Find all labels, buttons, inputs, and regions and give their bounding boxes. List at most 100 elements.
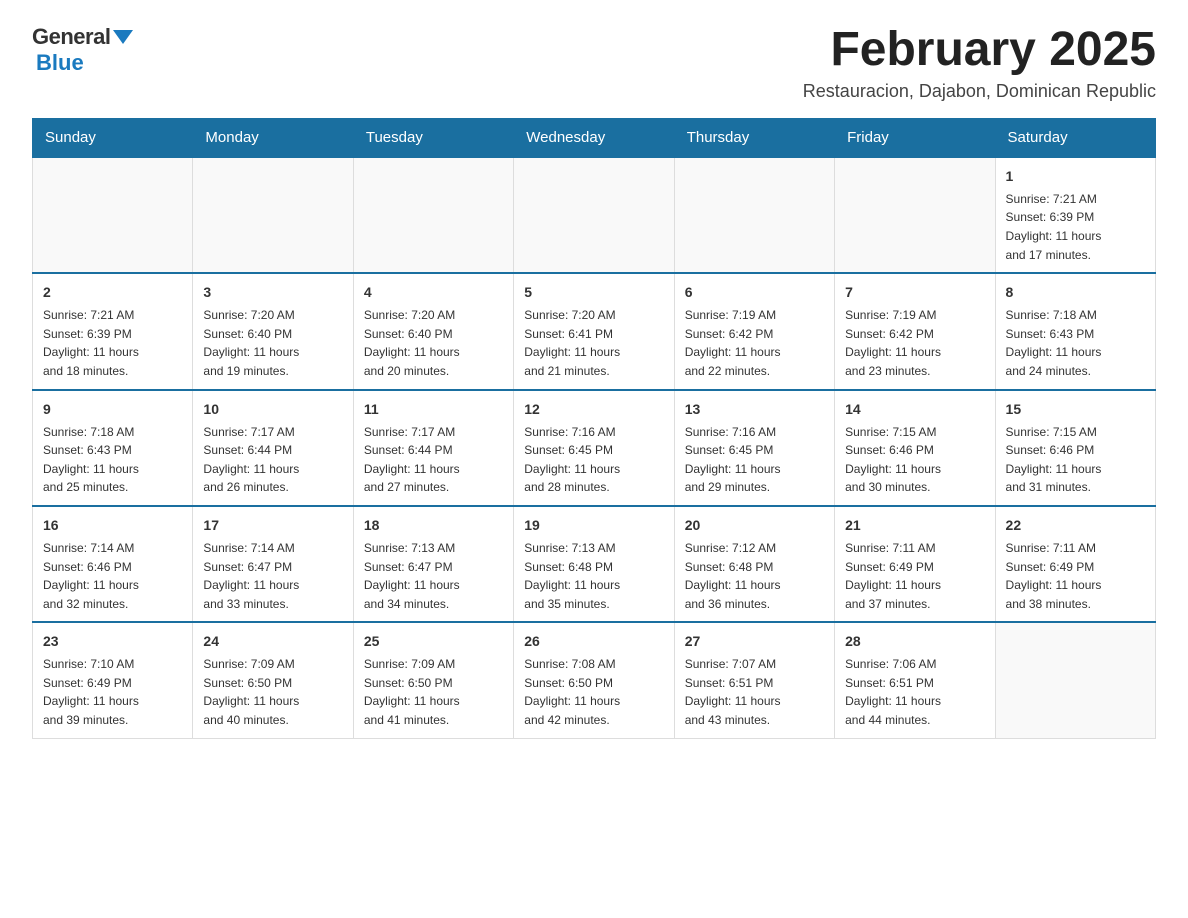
day-of-week-header: Sunday — [33, 118, 193, 157]
calendar-day-cell: 8 Sunrise: 7:18 AM Sunset: 6:43 PM Daylig… — [995, 273, 1155, 389]
calendar-day-cell — [835, 157, 995, 273]
calendar-day-cell — [33, 157, 193, 273]
day-number: 18 — [364, 515, 503, 536]
day-number: 23 — [43, 631, 182, 652]
title-block: February 2025 Restauracion, Dajabon, Dom… — [803, 24, 1156, 102]
day-number: 3 — [203, 282, 342, 303]
logo: General Blue — [32, 24, 133, 76]
day-of-week-header: Saturday — [995, 118, 1155, 157]
calendar-day-cell: 11 Sunrise: 7:17 AM Sunset: 6:44 PM Dayli… — [353, 390, 513, 506]
calendar-day-cell — [995, 622, 1155, 738]
calendar-day-cell — [514, 157, 674, 273]
calendar-header-row: SundayMondayTuesdayWednesdayThursdayFrid… — [33, 118, 1156, 157]
day-number: 15 — [1006, 399, 1145, 420]
day-number: 2 — [43, 282, 182, 303]
calendar-week-row: 23 Sunrise: 7:10 AM Sunset: 6:49 PM Dayli… — [33, 622, 1156, 738]
day-info: Sunrise: 7:17 AM Sunset: 6:44 PM Dayligh… — [364, 423, 503, 497]
day-info: Sunrise: 7:11 AM Sunset: 6:49 PM Dayligh… — [845, 539, 984, 613]
calendar-day-cell: 7Sunrise: 7:19 AM Sunset: 6:42 PM Daylig… — [835, 273, 995, 389]
day-number: 10 — [203, 399, 342, 420]
calendar-week-row: 16 Sunrise: 7:14 AM Sunset: 6:46 PM Dayli… — [33, 506, 1156, 622]
day-info: Sunrise: 7:15 AM Sunset: 6:46 PM Dayligh… — [1006, 423, 1145, 497]
calendar-day-cell: 6Sunrise: 7:19 AM Sunset: 6:42 PM Daylig… — [674, 273, 834, 389]
day-number: 17 — [203, 515, 342, 536]
calendar-day-cell: 17 Sunrise: 7:14 AM Sunset: 6:47 PM Dayli… — [193, 506, 353, 622]
day-info: Sunrise: 7:07 AM Sunset: 6:51 PM Dayligh… — [685, 655, 824, 729]
day-number: 24 — [203, 631, 342, 652]
calendar-day-cell: 1 Sunrise: 7:21 AM Sunset: 6:39 PM Daylig… — [995, 157, 1155, 273]
calendar-week-row: 2 Sunrise: 7:21 AM Sunset: 6:39 PM Daylig… — [33, 273, 1156, 389]
calendar-day-cell: 4 Sunrise: 7:20 AM Sunset: 6:40 PM Daylig… — [353, 273, 513, 389]
day-info: Sunrise: 7:12 AM Sunset: 6:48 PM Dayligh… — [685, 539, 824, 613]
calendar-day-cell: 18 Sunrise: 7:13 AM Sunset: 6:47 PM Dayli… — [353, 506, 513, 622]
calendar-day-cell: 24 Sunrise: 7:09 AM Sunset: 6:50 PM Dayli… — [193, 622, 353, 738]
calendar-week-row: 1 Sunrise: 7:21 AM Sunset: 6:39 PM Daylig… — [33, 157, 1156, 273]
calendar-table: SundayMondayTuesdayWednesdayThursdayFrid… — [32, 118, 1156, 739]
day-number: 9 — [43, 399, 182, 420]
day-info: Sunrise: 7:14 AM Sunset: 6:46 PM Dayligh… — [43, 539, 182, 613]
day-number: 1 — [1006, 166, 1145, 187]
calendar-day-cell: 14 Sunrise: 7:15 AM Sunset: 6:46 PM Dayli… — [835, 390, 995, 506]
day-number: 22 — [1006, 515, 1145, 536]
day-number: 27 — [685, 631, 824, 652]
calendar-day-cell: 9 Sunrise: 7:18 AM Sunset: 6:43 PM Daylig… — [33, 390, 193, 506]
calendar-day-cell: 16 Sunrise: 7:14 AM Sunset: 6:46 PM Dayli… — [33, 506, 193, 622]
calendar-week-row: 9 Sunrise: 7:18 AM Sunset: 6:43 PM Daylig… — [33, 390, 1156, 506]
calendar-day-cell: 3 Sunrise: 7:20 AM Sunset: 6:40 PM Daylig… — [193, 273, 353, 389]
calendar-subtitle: Restauracion, Dajabon, Dominican Republi… — [803, 81, 1156, 102]
day-number: 25 — [364, 631, 503, 652]
day-info: Sunrise: 7:20 AM Sunset: 6:40 PM Dayligh… — [364, 306, 503, 380]
day-number: 16 — [43, 515, 182, 536]
calendar-day-cell — [193, 157, 353, 273]
day-number: 20 — [685, 515, 824, 536]
day-info: Sunrise: 7:19 AM Sunset: 6:42 PM Dayligh… — [685, 306, 824, 380]
day-of-week-header: Thursday — [674, 118, 834, 157]
calendar-day-cell: 12Sunrise: 7:16 AM Sunset: 6:45 PM Dayli… — [514, 390, 674, 506]
day-info: Sunrise: 7:16 AM Sunset: 6:45 PM Dayligh… — [524, 423, 663, 497]
day-number: 8 — [1006, 282, 1145, 303]
day-info: Sunrise: 7:14 AM Sunset: 6:47 PM Dayligh… — [203, 539, 342, 613]
day-number: 11 — [364, 399, 503, 420]
day-info: Sunrise: 7:15 AM Sunset: 6:46 PM Dayligh… — [845, 423, 984, 497]
day-of-week-header: Tuesday — [353, 118, 513, 157]
calendar-day-cell: 21 Sunrise: 7:11 AM Sunset: 6:49 PM Dayli… — [835, 506, 995, 622]
calendar-day-cell: 2 Sunrise: 7:21 AM Sunset: 6:39 PM Daylig… — [33, 273, 193, 389]
calendar-day-cell — [674, 157, 834, 273]
day-info: Sunrise: 7:09 AM Sunset: 6:50 PM Dayligh… — [203, 655, 342, 729]
day-info: Sunrise: 7:21 AM Sunset: 6:39 PM Dayligh… — [43, 306, 182, 380]
day-number: 28 — [845, 631, 984, 652]
calendar-day-cell: 13 Sunrise: 7:16 AM Sunset: 6:45 PM Dayli… — [674, 390, 834, 506]
day-info: Sunrise: 7:09 AM Sunset: 6:50 PM Dayligh… — [364, 655, 503, 729]
calendar-day-cell: 20 Sunrise: 7:12 AM Sunset: 6:48 PM Dayli… — [674, 506, 834, 622]
logo-arrow-icon — [113, 30, 133, 44]
day-of-week-header: Monday — [193, 118, 353, 157]
day-info: Sunrise: 7:16 AM Sunset: 6:45 PM Dayligh… — [685, 423, 824, 497]
day-of-week-header: Wednesday — [514, 118, 674, 157]
calendar-day-cell: 25 Sunrise: 7:09 AM Sunset: 6:50 PM Dayli… — [353, 622, 513, 738]
day-number: 7 — [845, 282, 984, 303]
calendar-day-cell: 19Sunrise: 7:13 AM Sunset: 6:48 PM Dayli… — [514, 506, 674, 622]
day-info: Sunrise: 7:18 AM Sunset: 6:43 PM Dayligh… — [43, 423, 182, 497]
day-info: Sunrise: 7:08 AM Sunset: 6:50 PM Dayligh… — [524, 655, 663, 729]
day-info: Sunrise: 7:20 AM Sunset: 6:41 PM Dayligh… — [524, 306, 663, 380]
calendar-day-cell: 15 Sunrise: 7:15 AM Sunset: 6:46 PM Dayli… — [995, 390, 1155, 506]
day-info: Sunrise: 7:10 AM Sunset: 6:49 PM Dayligh… — [43, 655, 182, 729]
day-number: 26 — [524, 631, 663, 652]
day-info: Sunrise: 7:18 AM Sunset: 6:43 PM Dayligh… — [1006, 306, 1145, 380]
calendar-title: February 2025 — [803, 24, 1156, 77]
day-number: 5 — [524, 282, 663, 303]
day-number: 21 — [845, 515, 984, 536]
day-info: Sunrise: 7:21 AM Sunset: 6:39 PM Dayligh… — [1006, 190, 1145, 264]
day-of-week-header: Friday — [835, 118, 995, 157]
day-info: Sunrise: 7:20 AM Sunset: 6:40 PM Dayligh… — [203, 306, 342, 380]
day-number: 14 — [845, 399, 984, 420]
day-info: Sunrise: 7:11 AM Sunset: 6:49 PM Dayligh… — [1006, 539, 1145, 613]
day-number: 4 — [364, 282, 503, 303]
day-number: 13 — [685, 399, 824, 420]
calendar-day-cell: 27 Sunrise: 7:07 AM Sunset: 6:51 PM Dayli… — [674, 622, 834, 738]
calendar-day-cell: 22 Sunrise: 7:11 AM Sunset: 6:49 PM Dayli… — [995, 506, 1155, 622]
logo-general-text: General — [32, 24, 110, 50]
calendar-day-cell: 26 Sunrise: 7:08 AM Sunset: 6:50 PM Dayli… — [514, 622, 674, 738]
day-number: 19 — [524, 515, 663, 536]
day-info: Sunrise: 7:13 AM Sunset: 6:47 PM Dayligh… — [364, 539, 503, 613]
